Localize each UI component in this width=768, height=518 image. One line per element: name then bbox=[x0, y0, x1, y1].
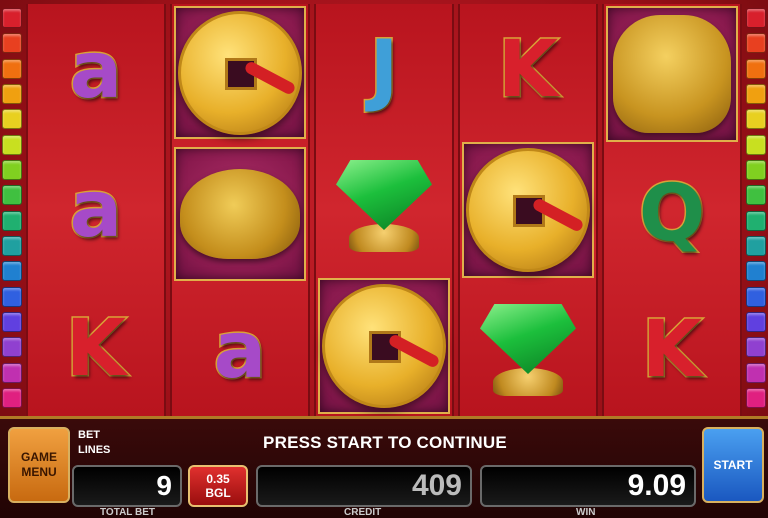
line-indicator bbox=[746, 33, 766, 54]
total-bet-display: 9 bbox=[72, 465, 182, 507]
line-indicator bbox=[746, 210, 766, 231]
line-indicator bbox=[2, 286, 22, 307]
symbol-cell bbox=[316, 140, 452, 272]
lines-label: LINES bbox=[78, 444, 111, 456]
golden-toad-symbol bbox=[180, 168, 300, 259]
denom-currency: BGL bbox=[205, 486, 231, 500]
line-indicator bbox=[2, 311, 22, 332]
symbol-q-letter: Q bbox=[637, 169, 706, 259]
reel-4: K bbox=[458, 4, 598, 416]
line-indicator bbox=[746, 58, 766, 79]
total-bet-value: 9 bbox=[156, 470, 172, 501]
line-indicator bbox=[2, 58, 22, 79]
emerald-gem-symbol bbox=[480, 304, 576, 396]
line-indicators-right bbox=[746, 8, 766, 408]
line-indicator bbox=[746, 261, 766, 282]
line-indicator bbox=[2, 33, 22, 54]
foo-dog-symbol bbox=[613, 15, 731, 133]
line-indicator bbox=[746, 83, 766, 104]
line-indicator bbox=[2, 387, 22, 408]
symbol-k-letter: K bbox=[496, 25, 559, 115]
line-indicator bbox=[746, 8, 766, 28]
reel-3: J bbox=[314, 4, 454, 416]
symbol-j-letter: J bbox=[368, 25, 400, 115]
line-indicator bbox=[746, 235, 766, 256]
game-menu-label-1: GAME bbox=[21, 450, 57, 464]
symbol-cell bbox=[462, 142, 594, 278]
symbol-cell: K bbox=[28, 281, 164, 416]
symbol-cell: K bbox=[460, 4, 596, 136]
win-caption: WIN bbox=[576, 507, 596, 518]
line-indicator bbox=[2, 83, 22, 104]
status-message: PRESS START TO CONTINUE bbox=[263, 433, 507, 452]
line-indicator bbox=[2, 362, 22, 383]
control-panel: GAME MENU BET LINES PRESS START TO CONTIN… bbox=[0, 416, 768, 518]
start-label: START bbox=[713, 457, 753, 472]
win-value: 9.09 bbox=[627, 469, 686, 502]
gold-coin-symbol bbox=[322, 284, 446, 408]
win-display: 9.09 bbox=[480, 465, 696, 507]
line-indicator bbox=[746, 286, 766, 307]
line-indicator bbox=[2, 159, 22, 180]
gold-coin-symbol bbox=[178, 10, 302, 135]
line-indicator bbox=[746, 362, 766, 383]
line-indicator bbox=[2, 8, 22, 28]
line-indicators-left bbox=[2, 8, 22, 408]
denomination-button[interactable]: 0.35 BGL bbox=[188, 465, 248, 507]
line-indicator bbox=[746, 159, 766, 180]
symbol-cell bbox=[606, 6, 738, 142]
line-indicator bbox=[746, 185, 766, 206]
line-indicator bbox=[746, 311, 766, 332]
symbol-cell bbox=[460, 284, 596, 416]
game-menu-label-2: MENU bbox=[21, 465, 57, 479]
credit-value: 409 bbox=[411, 469, 462, 502]
symbol-cell: K bbox=[604, 284, 740, 416]
symbol-cell bbox=[318, 278, 450, 414]
reel-1: aaK bbox=[26, 4, 166, 416]
credit-caption: CREDIT bbox=[344, 507, 382, 518]
line-indicator bbox=[2, 109, 22, 130]
total-bet-caption: TOTAL BET bbox=[100, 507, 155, 518]
symbol-cell: a bbox=[28, 143, 164, 278]
symbol-cell: a bbox=[28, 4, 164, 139]
slot-game: aaKaJKQK GAME MENU BET LINES PRESS START … bbox=[0, 0, 768, 518]
symbol-k-letter: K bbox=[640, 305, 703, 395]
line-indicator bbox=[2, 134, 22, 155]
symbol-cell bbox=[174, 147, 306, 281]
symbol-cell: J bbox=[316, 4, 452, 136]
reels-area: aaKaJKQK bbox=[26, 4, 742, 416]
symbol-cell: a bbox=[172, 287, 308, 416]
credit-display: 409 bbox=[256, 465, 472, 507]
gold-coin-symbol bbox=[466, 148, 590, 272]
line-indicator bbox=[2, 210, 22, 231]
start-button[interactable]: START bbox=[702, 427, 764, 503]
bet-label: BET bbox=[78, 429, 100, 441]
symbol-cell: Q bbox=[604, 148, 740, 280]
line-indicator bbox=[746, 134, 766, 155]
symbol-a-letter: a bbox=[212, 306, 268, 397]
line-indicator bbox=[2, 185, 22, 206]
line-indicator bbox=[2, 337, 22, 358]
line-indicator bbox=[746, 387, 766, 408]
line-indicator bbox=[2, 235, 22, 256]
reel-5: QK bbox=[602, 4, 742, 416]
denom-value: 0.35 bbox=[206, 472, 230, 486]
symbol-k-letter: K bbox=[64, 303, 127, 394]
line-indicator bbox=[2, 261, 22, 282]
symbol-a-letter: a bbox=[68, 26, 124, 117]
symbol-cell bbox=[174, 6, 306, 140]
game-menu-button[interactable]: GAME MENU bbox=[8, 427, 70, 503]
reel-2: a bbox=[170, 4, 310, 416]
line-indicator bbox=[746, 109, 766, 130]
line-indicator bbox=[746, 337, 766, 358]
symbol-a-letter: a bbox=[68, 165, 124, 255]
emerald-gem-symbol bbox=[336, 160, 432, 252]
